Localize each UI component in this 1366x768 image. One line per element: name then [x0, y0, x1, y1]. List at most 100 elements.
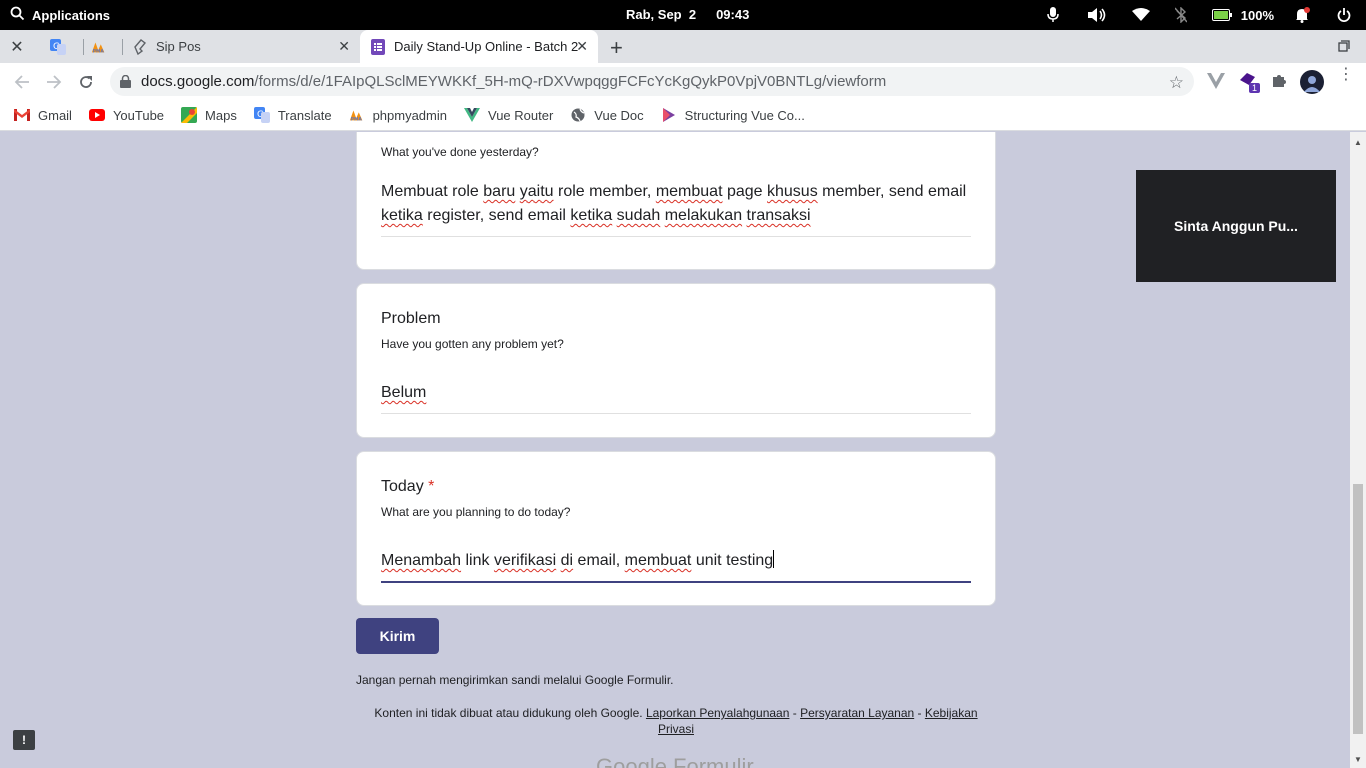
bluetooth-off-icon[interactable]	[1171, 7, 1191, 23]
page-scrollbar[interactable]: ▲ ▼	[1350, 132, 1366, 768]
maps-icon	[181, 107, 198, 123]
video-call-tile[interactable]: Sinta Anggun Pu...	[1136, 170, 1336, 282]
chrome-menu-icon[interactable]: ⋮	[1338, 67, 1354, 83]
battery-icon[interactable]	[1211, 9, 1233, 21]
phpmyadmin-icon: PMA	[349, 107, 365, 123]
window-restore-icon[interactable]	[1338, 39, 1350, 57]
footer-text: Konten ini tidak dibuat atau didukung ol…	[374, 706, 643, 720]
sip-pos-icon	[132, 38, 148, 55]
bookmark-label: Translate	[277, 107, 332, 123]
tab-separator	[83, 39, 84, 55]
bookmark-gmail[interactable]: Gmail	[14, 107, 72, 123]
os-top-bar: Applications Rab, Sep 2 09:43 100%	[0, 0, 1366, 30]
bookmark-star-icon[interactable]: ☆	[1169, 73, 1184, 93]
question-description: What are you planning to do today?	[381, 505, 571, 519]
question-title-text: Today	[381, 478, 424, 495]
bookmark-vue-doc[interactable]: Vue Doc	[570, 107, 644, 123]
form-page: What you've done yesterday? Membuat role…	[0, 132, 1350, 768]
answer-text: Belum	[381, 384, 427, 401]
bookmark-translate[interactable]: G Translate	[253, 107, 332, 123]
scroll-up-icon[interactable]: ▲	[1354, 138, 1362, 147]
globe-icon	[570, 107, 586, 123]
time-label: 09:43	[716, 7, 750, 22]
today-answer-field[interactable]: Menambah link verifikasi di email, membu…	[381, 549, 971, 583]
bookmark-label: Structuring Vue Co...	[684, 107, 805, 123]
new-tab-icon[interactable]: +	[610, 35, 623, 61]
tab-sip-pos[interactable]: Sip Pos ✕	[130, 30, 358, 63]
question-description: Have you gotten any problem yet?	[381, 337, 564, 351]
footer-dash: -	[792, 706, 797, 720]
bookmark-maps[interactable]: Maps	[181, 107, 237, 123]
bookmark-structuring-vue[interactable]: Structuring Vue Co...	[661, 107, 805, 123]
volume-icon[interactable]	[1085, 7, 1109, 23]
translate-icon: G	[50, 38, 66, 55]
wifi-icon[interactable]	[1129, 8, 1153, 22]
date-label: Rab, Sep 2	[626, 7, 697, 22]
yesterday-answer-field[interactable]: Membuat role baru yaitu role member, mem…	[381, 180, 971, 237]
question-title: Problem	[381, 310, 441, 327]
password-warning: Jangan pernah mengirimkan sandi melalui …	[356, 673, 674, 687]
url-path: /forms/d/e/1FAIpQLSclMEYWKKf_5H-mQ-rDXVw…	[254, 73, 887, 90]
bookmark-label: Vue Router	[488, 107, 554, 123]
vue-devtools-icon[interactable]	[1207, 73, 1225, 94]
phpmyadmin-icon: PMA	[91, 39, 107, 55]
question-title: Today *	[381, 478, 434, 496]
bookmark-label: Vue Doc	[594, 107, 644, 123]
bookmarks-bar: Gmail YouTube Maps G Translate PMA phpmy…	[0, 100, 1366, 131]
url-host: docs.google.com	[141, 73, 255, 90]
close-icon[interactable]: ✕	[338, 38, 350, 55]
extensions-puzzle-icon[interactable]	[1271, 73, 1287, 94]
close-icon[interactable]: ✕	[8, 38, 26, 56]
privacy-policy-link[interactable]: Privasi	[658, 722, 694, 736]
submit-button[interactable]: Kirim	[356, 618, 439, 654]
youtube-icon	[88, 107, 105, 123]
question-card-yesterday: What you've done yesterday? Membuat role…	[356, 132, 996, 270]
reload-icon[interactable]	[75, 71, 97, 93]
clock[interactable]: Rab, Sep 2 09:43	[626, 7, 749, 22]
bookmark-label: YouTube	[112, 107, 165, 123]
privacy-policy-link[interactable]: Kebijakan	[925, 706, 978, 720]
lock-icon[interactable]	[120, 75, 131, 88]
google-forms-icon	[370, 38, 386, 55]
tab-translate[interactable]: G	[50, 30, 82, 63]
applications-menu[interactable]: Applications	[10, 6, 110, 24]
bookmark-vue-router[interactable]: Vue Router	[464, 107, 553, 123]
scroll-down-icon[interactable]: ▼	[1354, 755, 1362, 764]
question-card-problem: Problem Have you gotten any problem yet?…	[356, 283, 996, 438]
svg-text:PMA: PMA	[350, 116, 362, 122]
answer-text: Membuat role baru yaitu role member, mem…	[381, 183, 967, 224]
footer-dash: -	[917, 706, 922, 720]
terms-of-service-link[interactable]: Persyaratan Layanan	[800, 706, 914, 720]
tab-phpmyadmin[interactable]: PMA	[91, 30, 121, 63]
address-bar[interactable]: docs.google.com/forms/d/e/1FAIpQLSclMEYW…	[110, 67, 1194, 96]
browser-toolbar: docs.google.com/forms/d/e/1FAIpQLSclMEYW…	[0, 63, 1366, 100]
scrollbar-thumb[interactable]	[1353, 484, 1363, 734]
feedback-icon[interactable]: !	[13, 730, 35, 750]
applications-label: Applications	[32, 7, 111, 23]
bookmark-phpmyadmin[interactable]: PMA phpmyadmin	[349, 107, 447, 123]
profile-avatar[interactable]	[1300, 70, 1324, 94]
power-icon[interactable]	[1334, 8, 1354, 22]
back-icon[interactable]	[11, 71, 33, 93]
bookmark-label: phpmyadmin	[372, 107, 447, 123]
extension-badge-count: 1	[1249, 83, 1261, 93]
forward-icon[interactable]	[43, 71, 65, 93]
tab-separator	[122, 39, 123, 55]
tab-title: Daily Stand-Up Online - Batch 2	[394, 39, 579, 54]
question-description: What you've done yesterday?	[381, 145, 539, 159]
bookmark-label: Maps	[205, 107, 237, 123]
microphone-icon[interactable]	[1041, 7, 1065, 23]
question-card-today: Today * What are you planning to do toda…	[356, 451, 996, 606]
tab-daily-standup[interactable]: Daily Stand-Up Online - Batch 2 ✕	[360, 30, 598, 63]
google-forms-logo[interactable]: Google Formulir	[596, 754, 754, 768]
bookmark-youtube[interactable]: YouTube	[88, 107, 165, 123]
close-icon[interactable]: ✕	[576, 38, 588, 55]
problem-answer-field[interactable]: Belum	[381, 381, 971, 414]
footer-disclaimer: Konten ini tidak dibuat atau didukung ol…	[356, 705, 996, 737]
participant-name: Sinta Anggun Pu...	[1174, 218, 1298, 234]
report-abuse-link[interactable]: Laporkan Penyalahgunaan	[646, 706, 789, 720]
notifications-icon[interactable]	[1292, 7, 1312, 23]
extension-badge-icon[interactable]: 1	[1239, 72, 1261, 93]
tab-strip: ✕ G PMA Sip Pos ✕ Daily Stand-Up Online …	[0, 30, 1366, 63]
battery-percent: 100%	[1240, 7, 1274, 23]
